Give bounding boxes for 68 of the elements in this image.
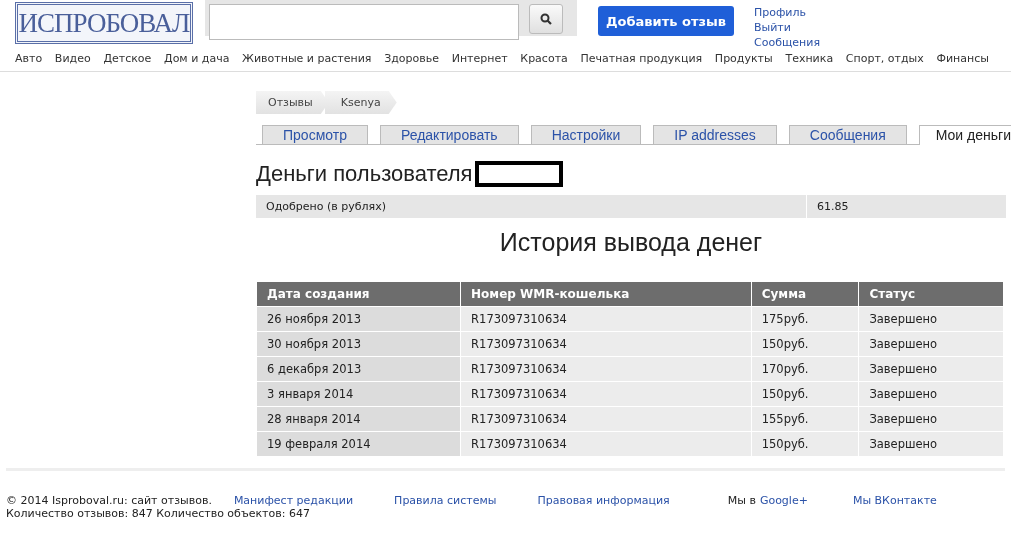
column-header: Дата создания bbox=[256, 281, 461, 307]
tab[interactable]: Просмотр bbox=[262, 125, 368, 144]
table-cell: 6 декабря 2013 bbox=[256, 356, 461, 382]
category-link[interactable]: Животные и растения bbox=[242, 52, 372, 65]
column-header: Статус bbox=[858, 281, 1004, 307]
search-button[interactable] bbox=[529, 4, 563, 34]
balance-value: 61.85 bbox=[806, 195, 1006, 218]
search-icon bbox=[540, 13, 552, 25]
balance-label: Одобрено (в рублях) bbox=[265, 199, 387, 215]
tab[interactable]: Сообщения bbox=[788, 125, 907, 144]
table-cell: 150руб. bbox=[751, 331, 859, 357]
category-link[interactable]: Здоровье bbox=[384, 52, 439, 65]
section-title: История вывода денег bbox=[498, 228, 764, 257]
table-cell: Завершено bbox=[858, 306, 1004, 332]
table-cell: 30 ноября 2013 bbox=[256, 331, 461, 357]
table-cell: 150руб. bbox=[751, 431, 859, 457]
footer-link[interactable]: Мы ВКонтакте bbox=[852, 494, 937, 507]
footer-link[interactable]: Манифест редакции bbox=[233, 494, 354, 507]
table-cell: R173097310634 bbox=[460, 406, 752, 432]
footer-text: Мы в bbox=[727, 494, 756, 507]
table-cell: R173097310634 bbox=[460, 381, 752, 407]
user-menu-link[interactable]: Профиль bbox=[754, 6, 820, 19]
statistics-text: Количество отзывов: 847 Количество объектов: 647 bbox=[6, 507, 311, 520]
table-cell: Завершено bbox=[858, 356, 1004, 382]
category-link[interactable]: Красота bbox=[520, 52, 568, 65]
category-link[interactable]: Финансы bbox=[936, 52, 989, 65]
table-cell: 150руб. bbox=[751, 381, 859, 407]
copyright-text: © 2014 Isproboval.ru: сайт отзывов. bbox=[6, 494, 212, 507]
category-link[interactable]: Интернет bbox=[451, 52, 508, 65]
table-cell: Завершено bbox=[858, 381, 1004, 407]
tab[interactable]: Настройки bbox=[530, 125, 642, 144]
user-menu-link[interactable]: Сообщения bbox=[754, 36, 820, 49]
table-cell: R173097310634 bbox=[460, 356, 752, 382]
table-cell: Завершено bbox=[858, 406, 1004, 432]
table-cell: 3 января 2014 bbox=[256, 381, 461, 407]
footer-link[interactable]: Google+ bbox=[759, 494, 808, 507]
table-cell: 26 ноября 2013 bbox=[256, 306, 461, 332]
tab[interactable]: IP addresses bbox=[653, 125, 777, 144]
table-cell: R173097310634 bbox=[460, 306, 752, 332]
breadcrumb-item[interactable]: Ksenya bbox=[324, 91, 397, 114]
table-cell: 28 января 2014 bbox=[256, 406, 461, 432]
category-link[interactable]: Печатная продукция bbox=[580, 52, 703, 65]
category-link[interactable]: Детское bbox=[103, 52, 152, 65]
table-cell: 175руб. bbox=[751, 306, 859, 332]
table-cell: Завершено bbox=[858, 431, 1004, 457]
user-menu-link[interactable]: Выйти bbox=[754, 21, 820, 34]
table-cell: R173097310634 bbox=[460, 431, 752, 457]
add-review-button[interactable]: Добавить отзыв bbox=[598, 6, 734, 36]
tab[interactable]: Редактировать bbox=[379, 125, 519, 144]
category-link[interactable]: Авто bbox=[15, 52, 43, 65]
table-cell: 19 февраля 2014 bbox=[256, 431, 461, 457]
footer-link[interactable]: Правила системы bbox=[394, 494, 497, 507]
category-link[interactable]: Спорт, отдых bbox=[845, 52, 924, 65]
category-link[interactable]: Видео bbox=[54, 52, 91, 65]
category-link[interactable]: Техника bbox=[785, 52, 834, 65]
category-link[interactable]: Продукты bbox=[714, 52, 773, 65]
column-header: Сумма bbox=[751, 281, 859, 307]
category-link[interactable]: Дом и дача bbox=[164, 52, 230, 65]
logo[interactable]: ИСПРОБОВАЛ bbox=[15, 2, 193, 44]
table-cell: 170руб. bbox=[751, 356, 859, 382]
page-heading: Деньги пользователя bbox=[256, 161, 473, 187]
footer-link[interactable]: Правовая информация bbox=[537, 494, 670, 507]
table-cell: Завершено bbox=[858, 331, 1004, 357]
tab[interactable]: Мои деньги bbox=[918, 125, 1011, 145]
table-cell: R173097310634 bbox=[460, 331, 752, 357]
column-header: Номер WMR-кошелька bbox=[460, 281, 752, 307]
search-field[interactable] bbox=[209, 4, 519, 40]
table-cell: 155руб. bbox=[751, 406, 859, 432]
